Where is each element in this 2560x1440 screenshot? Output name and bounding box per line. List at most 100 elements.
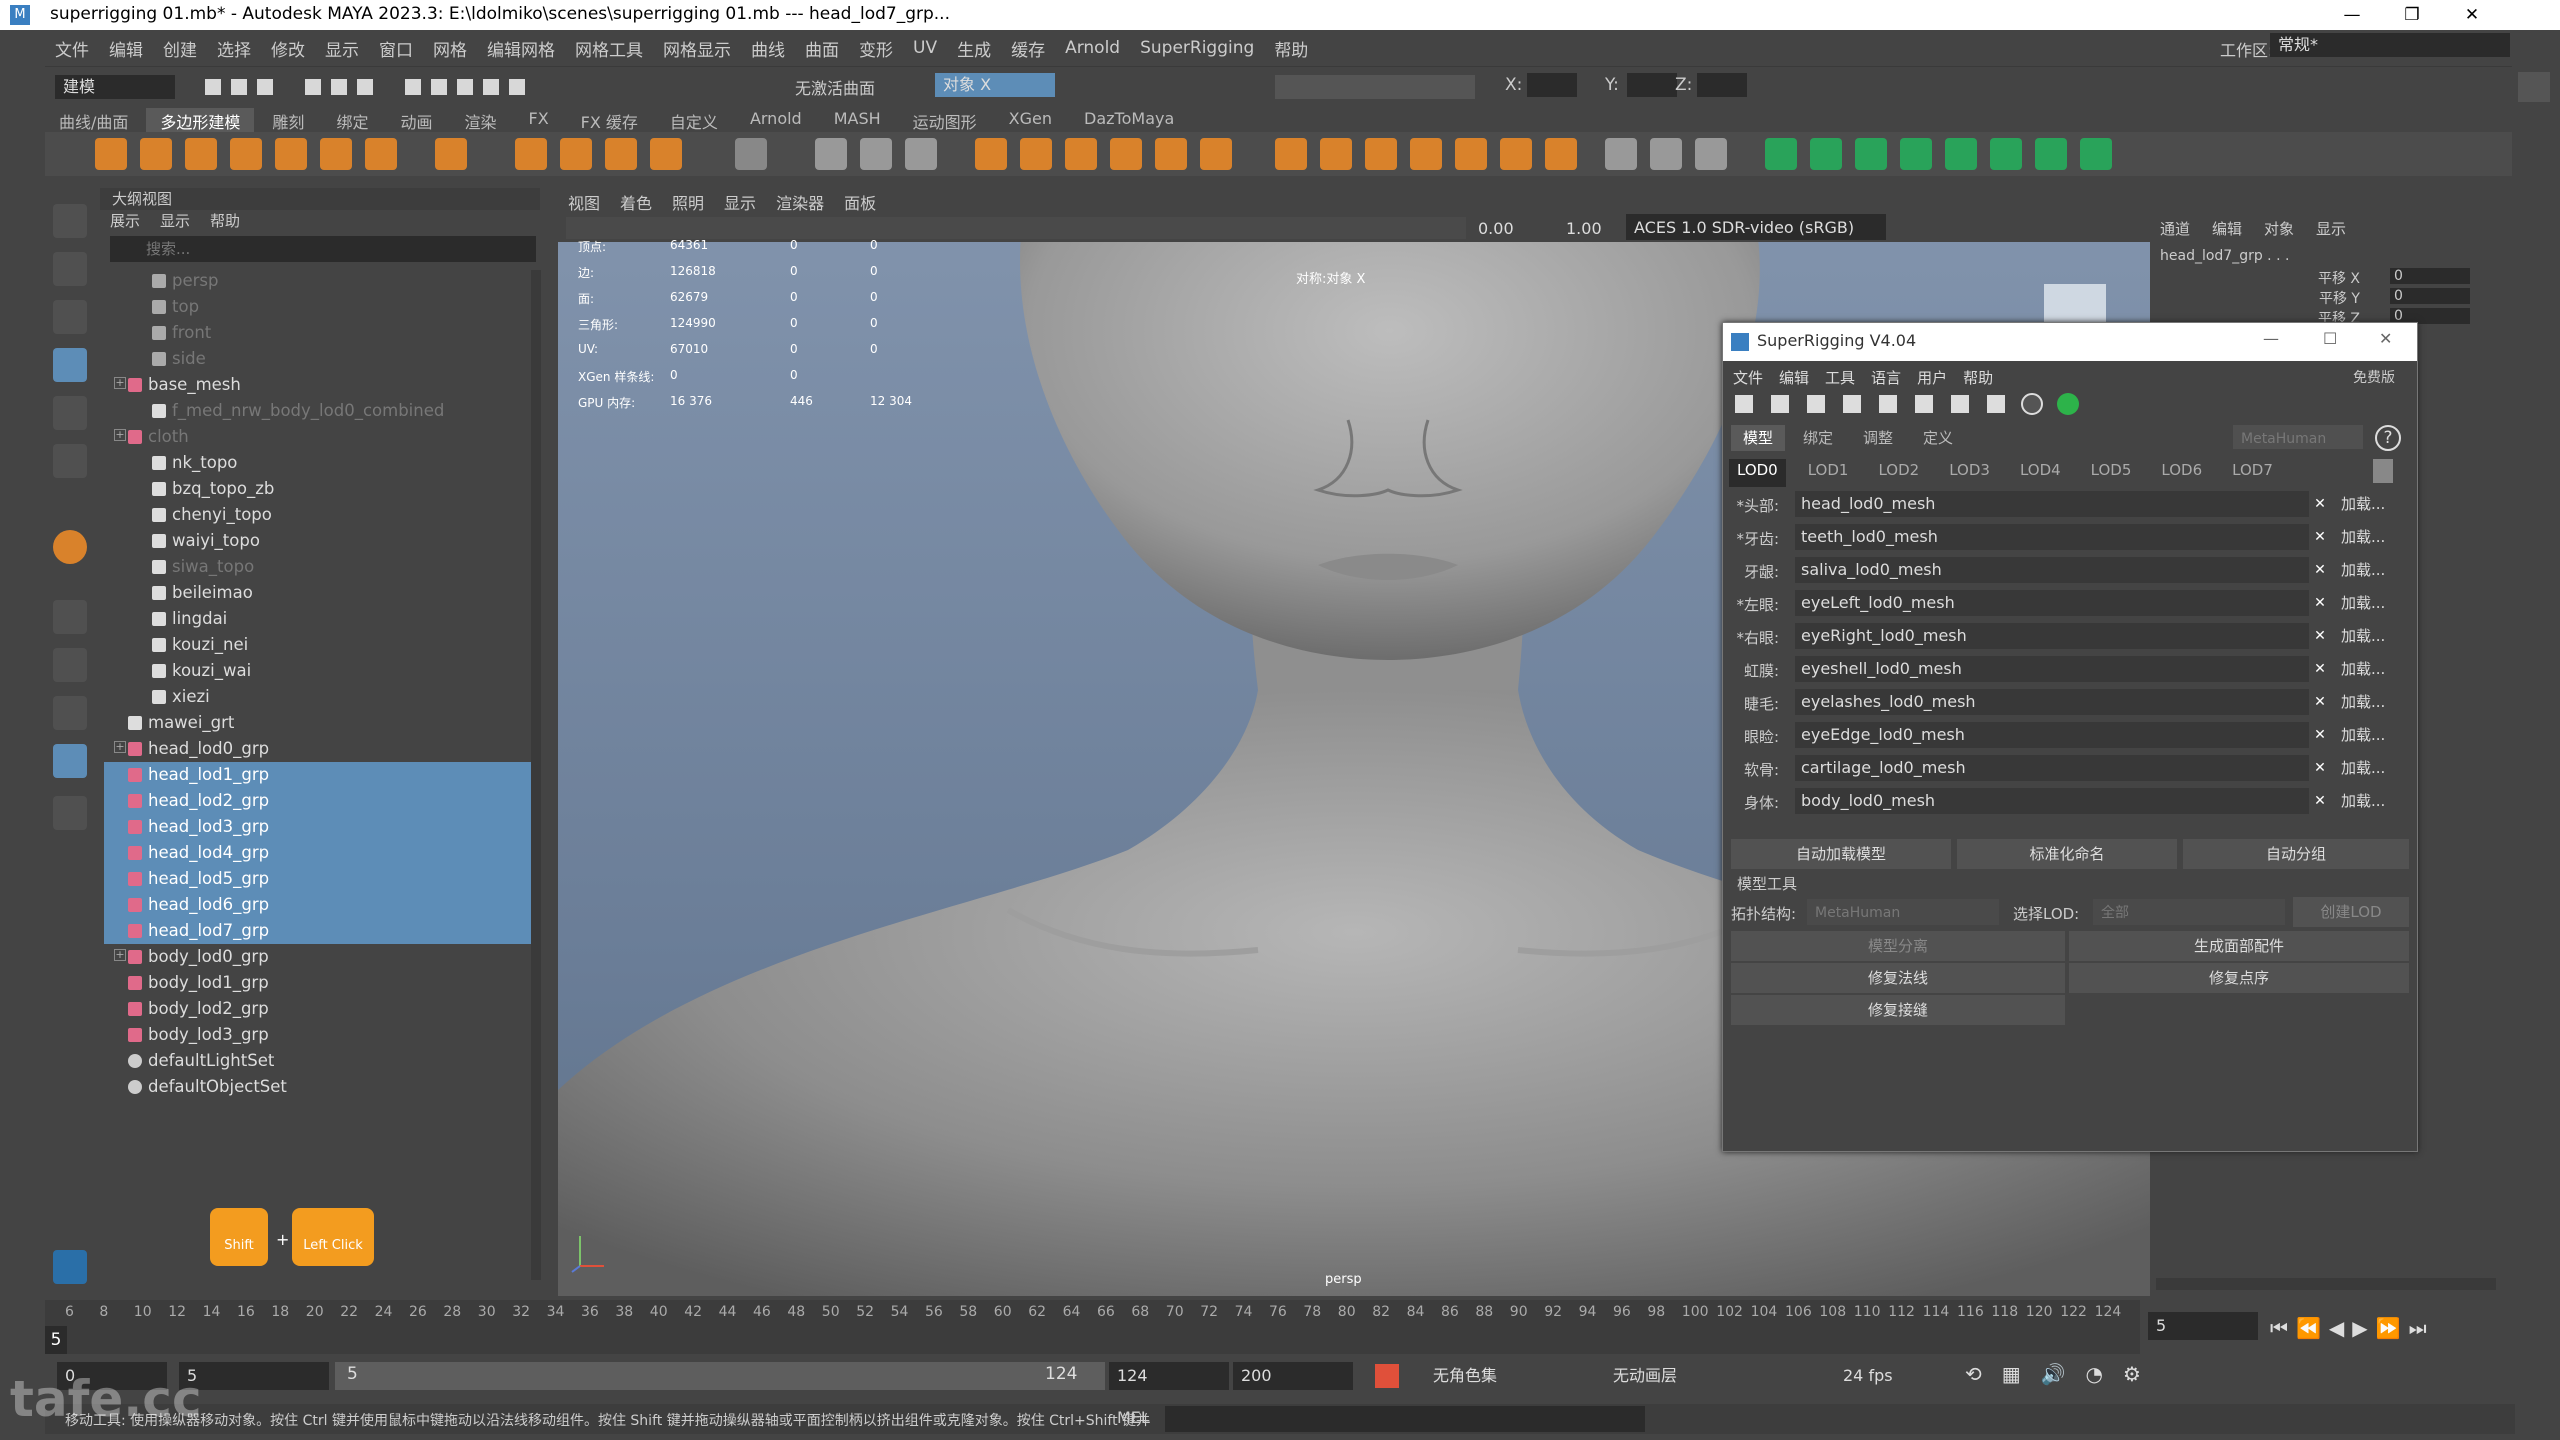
menu-item[interactable]: 缓存 <box>1011 36 1045 61</box>
range-bar[interactable]: 5 124 <box>335 1362 1105 1390</box>
sr-menu-item[interactable]: 语言 <box>1871 367 1901 388</box>
menu-item[interactable]: SuperRigging <box>1140 38 1254 58</box>
uv-auto-icon[interactable] <box>1945 138 1977 170</box>
shelf-tab[interactable]: 雕刻 <box>258 108 318 132</box>
four-view-icon[interactable] <box>53 648 87 682</box>
menu-item[interactable]: 文件 <box>55 36 89 61</box>
channel-tab[interactable]: 通道 <box>2160 218 2190 239</box>
lasso-tool-icon[interactable] <box>53 252 87 286</box>
outliner-row[interactable]: body_lod2_grp <box>104 996 540 1022</box>
exposure-field[interactable]: 0.00 <box>1470 215 1540 239</box>
viewport-menu-item[interactable]: 着色 <box>620 190 652 214</box>
trash-icon[interactable] <box>2373 459 2393 483</box>
viewport-menu-item[interactable]: 显示 <box>724 190 756 214</box>
current-frame-marker[interactable]: 5 <box>45 1326 67 1354</box>
channel-attr-row[interactable]: 平移 Y 0 <box>2150 288 2470 308</box>
rotate-tool-icon[interactable] <box>53 396 87 430</box>
clear-icon[interactable]: ✕ <box>2309 493 2331 515</box>
weld-icon[interactable] <box>1500 138 1532 170</box>
playback-buttons-icon[interactable]: ⏮⏪◀▶⏩⏭ <box>2270 1316 2435 1340</box>
pen-icon[interactable] <box>1605 138 1637 170</box>
sr-tab[interactable]: 定义 <box>1911 425 1965 451</box>
shelf-tab[interactable]: 多边形建模 <box>146 108 255 132</box>
sr-tab[interactable]: 调整 <box>1851 425 1905 451</box>
sr-minimize-icon[interactable]: — <box>2263 329 2279 348</box>
auto-key-icon[interactable] <box>1375 1364 1399 1388</box>
outer-end-field[interactable]: 200 <box>1233 1362 1353 1390</box>
mesh-field[interactable]: eyelashes_lod0_mesh <box>1795 689 2309 715</box>
outliner-row[interactable]: head_lod1_grp <box>104 762 540 788</box>
uv-unfold-icon[interactable] <box>1990 138 2022 170</box>
mirror-icon[interactable] <box>1155 138 1187 170</box>
menu-item[interactable]: UV <box>913 38 937 58</box>
poke-icon[interactable] <box>1545 138 1577 170</box>
outliner-row[interactable]: + cloth <box>104 424 540 450</box>
outliner-row[interactable]: defaultLightSet <box>104 1048 540 1074</box>
sr-tab[interactable]: 绑定 <box>1791 425 1845 451</box>
menu-item[interactable]: 网格 <box>433 36 467 61</box>
outliner-row[interactable]: front <box>104 320 540 346</box>
fill-hole-icon[interactable] <box>1110 138 1142 170</box>
lod-tab[interactable]: LOD7 <box>2224 459 2281 487</box>
outliner-row[interactable]: kouzi_nei <box>104 632 540 658</box>
load-button[interactable]: 加载... <box>2341 623 2409 649</box>
current-frame-field[interactable]: 5 <box>2148 1312 2258 1340</box>
uv-cylinder-icon[interactable] <box>1855 138 1887 170</box>
menu-item[interactable]: 网格显示 <box>663 36 731 61</box>
mesh-field[interactable]: head_lod0_mesh <box>1795 491 2309 517</box>
mode-select[interactable]: 建模 <box>55 75 175 99</box>
menu-item[interactable]: 曲面 <box>805 36 839 61</box>
preset-select[interactable]: MetaHuman <box>2233 425 2363 449</box>
clear-icon[interactable]: ✕ <box>2309 691 2331 713</box>
channel-tab[interactable]: 显示 <box>2316 218 2346 239</box>
outliner-row[interactable]: body_lod1_grp <box>104 970 540 996</box>
symmetry-field[interactable]: 对象 X <box>935 73 1055 97</box>
viewport-tool-icons[interactable] <box>566 217 1466 239</box>
uv-planar-icon[interactable] <box>1810 138 1842 170</box>
lock-icon[interactable] <box>2518 72 2550 102</box>
outliner-menu-item[interactable]: 帮助 <box>210 210 240 234</box>
single-view-icon[interactable] <box>53 600 87 634</box>
select-tool-icon[interactable] <box>53 204 87 238</box>
shelf-tab[interactable]: XGen <box>995 108 1066 132</box>
lod-tab[interactable]: LOD1 <box>1800 459 1857 487</box>
mesh-field[interactable]: eyeRight_lod0_mesh <box>1795 623 2309 649</box>
shelf-tab[interactable]: 自定义 <box>656 108 732 132</box>
attr-value[interactable]: 0 <box>2390 268 2470 284</box>
channel-tab[interactable]: 对象 <box>2264 218 2294 239</box>
lod-tab[interactable]: LOD2 <box>1870 459 1927 487</box>
end-field[interactable]: 124 <box>1109 1362 1229 1390</box>
anim-layer-select[interactable]: 无动画层 <box>1605 1362 1765 1390</box>
channel-tab[interactable]: 编辑 <box>2212 218 2242 239</box>
viewport-menu-item[interactable]: 视图 <box>568 190 600 214</box>
load-button[interactable]: 加载... <box>2341 524 2409 550</box>
grid-icon[interactable] <box>735 138 767 170</box>
outliner-search[interactable]: 搜索... <box>110 236 536 262</box>
outliner-layout-icon[interactable] <box>53 744 87 778</box>
sr-close-icon[interactable]: ✕ <box>2379 329 2392 348</box>
menu-item[interactable]: 网格工具 <box>575 36 643 61</box>
outliner-row[interactable]: body_lod3_grp <box>104 1022 540 1048</box>
workspace-select[interactable]: 常规* <box>2270 33 2510 57</box>
outliner-row[interactable]: mawei_grt <box>104 710 540 736</box>
fps-select[interactable]: 24 fps <box>1835 1362 1945 1390</box>
outliner-row[interactable]: lingdai <box>104 606 540 632</box>
lod-tab[interactable]: LOD0 <box>1729 459 1786 487</box>
reduce-icon[interactable] <box>1320 138 1352 170</box>
outliner-menu-item[interactable]: 展示 <box>110 210 140 234</box>
sr-menu-item[interactable]: 帮助 <box>1963 367 1993 388</box>
outliner-row[interactable]: xiezi <box>104 684 540 710</box>
colorspace-select[interactable]: ACES 1.0 SDR-video (sRGB) <box>1626 214 1886 240</box>
loop-icon[interactable] <box>1650 138 1682 170</box>
help-icon[interactable]: ? <box>2375 425 2401 451</box>
expand-icon[interactable]: + <box>114 429 126 441</box>
uv-layout-icon[interactable] <box>2035 138 2067 170</box>
star-icon[interactable] <box>515 138 547 170</box>
shelf-tab[interactable]: MASH <box>820 108 895 132</box>
command-line-input[interactable] <box>1165 1406 1645 1432</box>
sr-maximize-icon[interactable]: ☐ <box>2323 329 2337 348</box>
fix-seam-button[interactable]: 修复接缝 <box>1731 995 2065 1025</box>
auto-group-button[interactable]: 自动分组 <box>2183 839 2409 869</box>
x-input[interactable] <box>1527 73 1577 97</box>
paint-select-icon[interactable] <box>53 300 87 334</box>
